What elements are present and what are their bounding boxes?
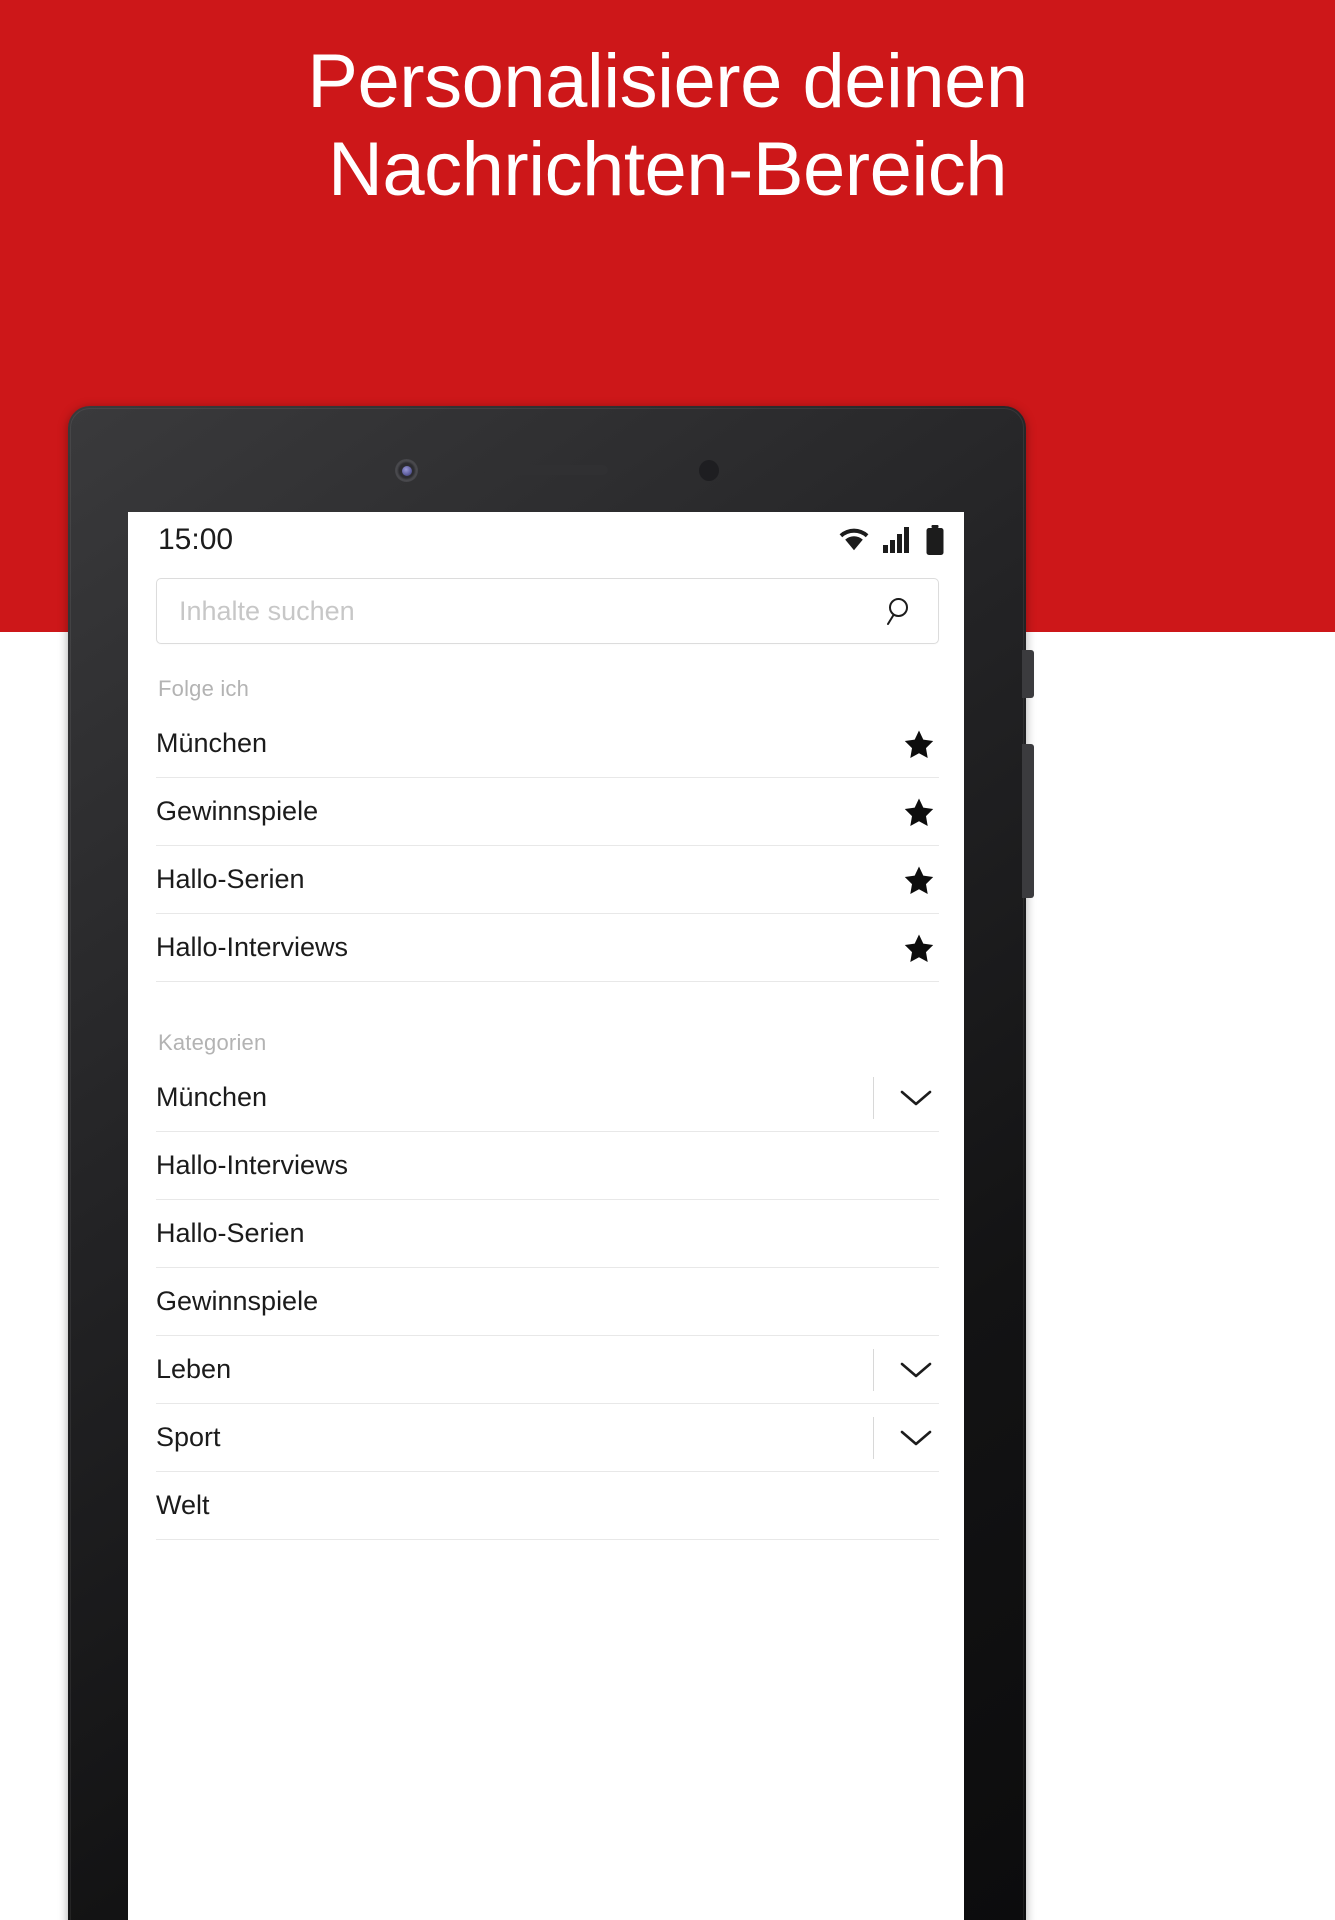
promo-headline-line-1: Personalisiere deinen (307, 39, 1028, 124)
category-item-label: Welt (156, 1490, 210, 1520)
device-volume-button[interactable] (1022, 744, 1034, 898)
categories-section-label: Kategorien (158, 1030, 267, 1055)
chevron-down-icon[interactable] (899, 1428, 933, 1448)
wifi-icon (839, 528, 869, 551)
following-item-label: München (156, 728, 268, 758)
category-item-label: Gewinnspiele (156, 1286, 319, 1316)
front-camera-icon (395, 459, 418, 482)
list-item[interactable]: Sport (156, 1404, 939, 1472)
category-item-label: Leben (156, 1354, 232, 1384)
list-item[interactable]: Hallo-Interviews (156, 914, 939, 982)
following-item-label: Hallo-Serien (156, 864, 305, 894)
list-item[interactable]: Welt (156, 1472, 939, 1540)
category-item-label: Sport (156, 1422, 221, 1452)
following-section-label: Folge ich (158, 676, 250, 701)
search-section: Inhalte suchen (128, 568, 964, 644)
following-section: Folge ich München Gewinnspiele Hallo-Ser… (128, 644, 964, 982)
app-store-promo-screenshot: Personalisiere deinen Nachrichten-Bereic… (0, 0, 1335, 1920)
following-item-label: Hallo-Interviews (156, 932, 349, 962)
list-item[interactable]: München (156, 1064, 939, 1132)
status-clock: 15:00 (158, 523, 234, 556)
category-expand-button[interactable] (873, 1064, 933, 1131)
category-expand-button[interactable] (873, 1404, 933, 1471)
device-power-button[interactable] (1022, 650, 1034, 698)
promo-headline-line-2: Nachrichten-Bereich (327, 127, 1008, 212)
list-item[interactable]: Hallo-Serien (156, 846, 939, 914)
star-filled-icon[interactable] (903, 796, 935, 828)
following-item-label: Gewinnspiele (156, 796, 319, 826)
signal-icon (883, 527, 909, 553)
list-item[interactable]: Hallo-Interviews (156, 1132, 939, 1200)
chevron-down-icon[interactable] (899, 1088, 933, 1108)
search-input[interactable]: Inhalte suchen (179, 596, 355, 627)
earpiece-speaker-icon (484, 465, 608, 475)
battery-icon (926, 525, 944, 555)
list-item[interactable]: Leben (156, 1336, 939, 1404)
list-item[interactable]: Gewinnspiele (156, 1268, 939, 1336)
status-icons (838, 525, 944, 555)
category-expand-button[interactable] (873, 1336, 933, 1403)
proximity-sensor-icon (699, 460, 719, 481)
search-icon[interactable] (886, 596, 916, 626)
star-filled-icon[interactable] (903, 864, 935, 896)
list-item[interactable]: München (156, 710, 939, 778)
category-item-label: Hallo-Interviews (156, 1150, 349, 1180)
app-screen: 15:00 Inhalte suchen Folge ich München G… (128, 512, 964, 1920)
list-item[interactable]: Gewinnspiele (156, 778, 939, 846)
star-filled-icon[interactable] (903, 932, 935, 964)
search-field[interactable]: Inhalte suchen (156, 578, 939, 644)
category-item-label: München (156, 1082, 268, 1112)
promo-headline: Personalisiere deinen Nachrichten-Bereic… (0, 38, 1335, 214)
status-bar: 15:00 (128, 512, 964, 568)
list-item[interactable]: Hallo-Serien (156, 1200, 939, 1268)
category-item-label: Hallo-Serien (156, 1218, 305, 1248)
star-filled-icon[interactable] (903, 728, 935, 760)
categories-section: Kategorien München Hallo-Interviews Hall… (128, 982, 964, 1540)
chevron-down-icon[interactable] (899, 1360, 933, 1380)
